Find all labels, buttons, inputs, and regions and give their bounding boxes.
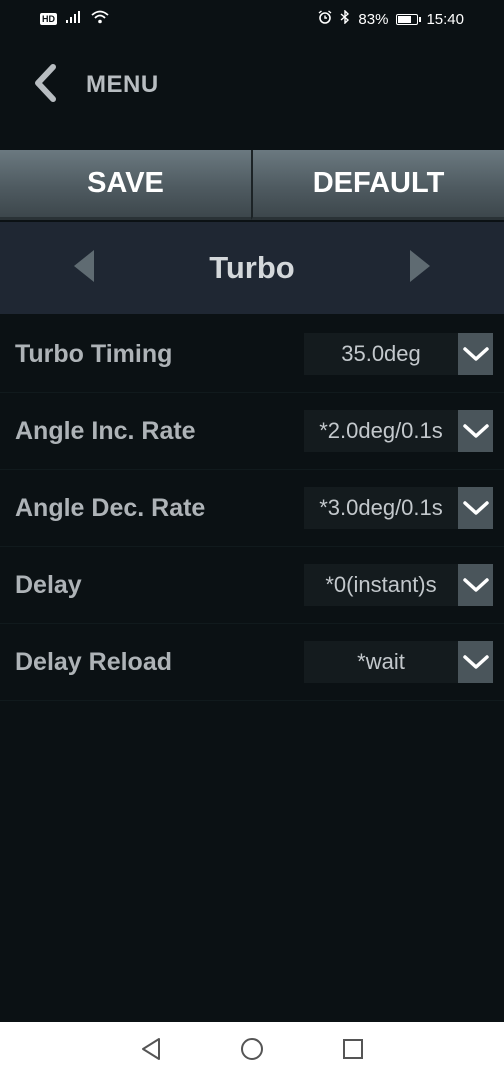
signal-icon [65, 10, 83, 28]
next-section-button[interactable] [390, 238, 450, 298]
setting-value[interactable]: *2.0deg/0.1s [304, 410, 458, 452]
battery-icon [396, 13, 422, 25]
triangle-left-icon [72, 248, 96, 289]
home-circle-icon [239, 1036, 265, 1067]
setting-row-angle-inc-rate: Angle Inc. Rate *2.0deg/0.1s [0, 393, 504, 470]
setting-label: Delay Reload [15, 647, 173, 676]
system-navigation-bar [0, 1022, 504, 1080]
turbo-timing-dropdown[interactable]: 35.0deg [304, 333, 493, 375]
previous-section-button[interactable] [54, 238, 114, 298]
action-bar: SAVE DEFAULT [0, 150, 504, 220]
status-bar: HD 83% 15:40 [0, 0, 504, 38]
system-back-button[interactable] [131, 1031, 171, 1071]
hd-badge: HD [40, 13, 57, 25]
setting-row-angle-dec-rate: Angle Dec. Rate *3.0deg/0.1s [0, 470, 504, 547]
chevron-down-icon[interactable] [458, 333, 493, 375]
status-right: 83% 15:40 [318, 9, 464, 28]
system-home-button[interactable] [232, 1031, 272, 1071]
setting-row-delay: Delay *0(instant)s [0, 547, 504, 624]
back-triangle-icon [140, 1037, 162, 1066]
chevron-down-icon[interactable] [458, 487, 493, 529]
alarm-icon [318, 10, 332, 28]
bluetooth-icon [340, 9, 350, 28]
setting-value[interactable]: 35.0deg [304, 333, 458, 375]
header-title: MENU [86, 71, 159, 98]
wifi-icon [91, 10, 109, 28]
battery-fill [398, 15, 412, 23]
battery-percent: 83% [358, 10, 389, 28]
app-header: MENU [0, 50, 504, 120]
setting-label: Angle Dec. Rate [15, 493, 206, 522]
settings-list: Turbo Timing 35.0deg Angle Inc. Rate *2.… [0, 316, 504, 701]
setting-value[interactable]: *0(instant)s [304, 564, 458, 606]
system-recents-button[interactable] [333, 1031, 373, 1071]
chevron-down-icon[interactable] [458, 564, 493, 606]
clock-time: 15:40 [426, 10, 464, 28]
setting-row-delay-reload: Delay Reload *wait [0, 624, 504, 701]
chevron-down-icon[interactable] [458, 641, 493, 683]
chevron-down-icon[interactable] [458, 410, 493, 452]
back-button[interactable] [20, 55, 70, 115]
default-button[interactable]: DEFAULT [251, 150, 504, 220]
setting-label: Angle Inc. Rate [15, 416, 196, 445]
save-button[interactable]: SAVE [0, 150, 251, 220]
setting-value[interactable]: *3.0deg/0.1s [304, 487, 458, 529]
chevron-left-icon [32, 63, 58, 107]
triangle-right-icon [408, 248, 432, 289]
status-left: HD [40, 10, 109, 28]
setting-label: Turbo Timing [15, 339, 173, 368]
delay-reload-dropdown[interactable]: *wait [304, 641, 493, 683]
section-navigator: Turbo [0, 222, 504, 314]
setting-value[interactable]: *wait [304, 641, 458, 683]
setting-row-turbo-timing: Turbo Timing 35.0deg [0, 316, 504, 393]
angle-inc-rate-dropdown[interactable]: *2.0deg/0.1s [304, 410, 493, 452]
recents-square-icon [342, 1038, 364, 1065]
setting-label: Delay [15, 570, 82, 599]
delay-dropdown[interactable]: *0(instant)s [304, 564, 493, 606]
section-title: Turbo [209, 250, 295, 285]
angle-dec-rate-dropdown[interactable]: *3.0deg/0.1s [304, 487, 493, 529]
